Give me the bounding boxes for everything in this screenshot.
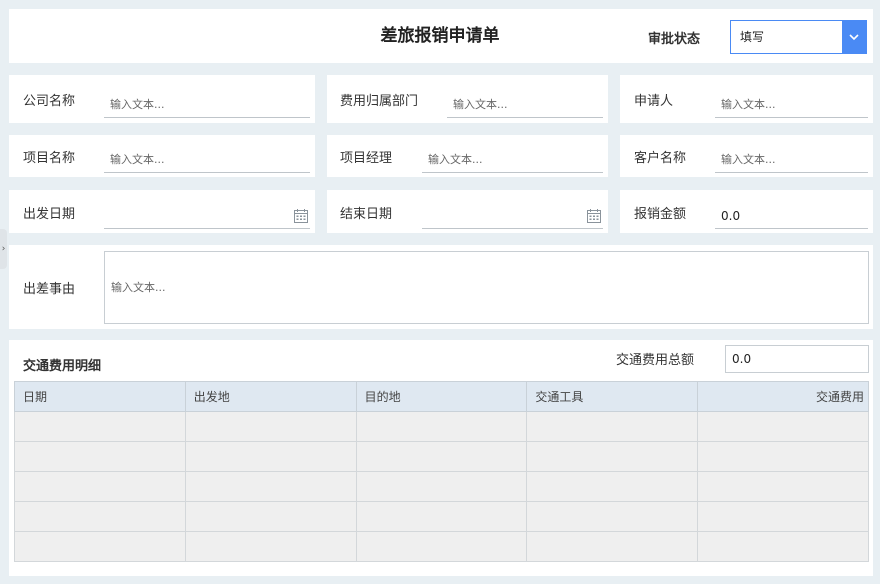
column-header-date[interactable]: 日期 [14,381,186,412]
table-cell[interactable] [526,531,699,562]
calendar-icon[interactable] [294,209,308,223]
company-input[interactable]: 输入文本... [104,92,310,118]
end-date-label: 结束日期 [340,207,393,222]
department-label: 费用归属部门 [340,94,419,109]
amount-input[interactable]: 0.0 [715,203,868,229]
table-cell[interactable] [355,501,528,532]
manager-label: 项目经理 [340,151,393,166]
chevron-down-icon [849,34,859,41]
project-input[interactable]: 输入文本... [104,147,310,173]
table-cell[interactable] [184,441,357,472]
manager-input[interactable]: 输入文本... [422,147,603,173]
table-cell[interactable] [526,501,699,532]
calendar-icon[interactable] [587,209,601,223]
table-cell[interactable] [184,411,357,442]
table-cell[interactable] [697,531,869,562]
start-date-input[interactable] [104,203,310,229]
table-cell[interactable] [184,501,357,532]
table-cell[interactable] [355,531,528,562]
customer-label: 客户名称 [634,151,687,166]
status-dropdown-button[interactable] [842,21,866,53]
table-cell[interactable] [14,471,186,502]
status-select[interactable]: 填写 [730,20,867,54]
table-header-row: 日期 出发地 目的地 交通工具 交通费用 [14,381,869,412]
table-cell[interactable] [526,411,699,442]
table-cell[interactable] [697,471,869,502]
table-cell[interactable] [14,441,186,472]
table-cell[interactable] [355,471,528,502]
table-cell[interactable] [697,501,869,532]
table-cell[interactable] [14,501,186,532]
column-header-fare[interactable]: 交通费用 [697,381,869,412]
table-cell[interactable] [355,411,528,442]
table-cell[interactable] [184,531,357,562]
table-cell[interactable] [355,441,528,472]
amount-label: 报销金额 [634,207,687,222]
company-label: 公司名称 [23,94,76,109]
customer-input[interactable]: 输入文本... [715,147,868,173]
applicant-label: 申请人 [634,94,674,109]
transport-section-title: 交通费用明细 [23,359,102,374]
table-row [14,441,869,472]
table-row [14,411,869,442]
start-date-label: 出发日期 [23,207,76,222]
status-select-value: 填写 [740,30,765,44]
table-cell[interactable] [14,531,186,562]
column-header-vehicle[interactable]: 交通工具 [526,381,699,412]
table-row [14,501,869,532]
column-header-destination[interactable]: 目的地 [355,381,528,412]
transport-table: 日期 出发地 目的地 交通工具 交通费用 [14,381,869,562]
end-date-input[interactable] [422,203,603,229]
sidebar-expand-handle[interactable]: › [0,229,7,269]
transport-total-input[interactable]: 0.0 [725,345,869,373]
table-cell[interactable] [697,411,869,442]
status-label: 审批状态 [648,32,701,47]
table-cell[interactable] [184,471,357,502]
table-row [14,531,869,562]
department-input[interactable]: 输入文本... [447,92,603,118]
reason-textarea[interactable]: 输入文本... [104,251,869,324]
chevron-right-icon: › [1,244,6,254]
applicant-input[interactable]: 输入文本... [715,92,868,118]
transport-total-label: 交通费用总额 [616,353,695,368]
table-cell[interactable] [526,471,699,502]
table-cell[interactable] [526,441,699,472]
project-label: 项目名称 [23,151,76,166]
table-cell[interactable] [697,441,869,472]
reason-label: 出差事由 [23,282,76,297]
table-row [14,471,869,502]
column-header-origin[interactable]: 出发地 [184,381,357,412]
table-cell[interactable] [14,411,186,442]
